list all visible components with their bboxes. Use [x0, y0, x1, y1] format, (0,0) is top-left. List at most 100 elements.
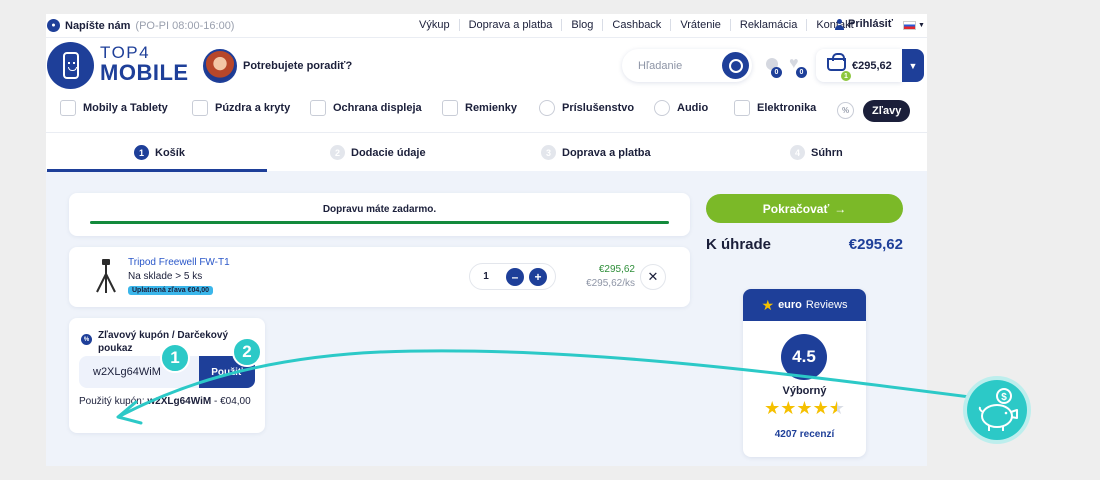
advisor-link[interactable]: Potrebujete poradiť? [203, 49, 352, 83]
top-link-blog[interactable]: Blog [562, 19, 604, 31]
svg-text:$: $ [1001, 392, 1007, 403]
arrow-right-icon: → [834, 201, 847, 216]
phone-case-icon [192, 100, 208, 116]
applied-coupon-code: w2XLg64WiM [147, 396, 212, 407]
stock-status: Na sklade > 5 ks [128, 271, 203, 282]
top-link-reklamacia[interactable]: Reklamácia [731, 19, 808, 31]
rating-stars: ★★★★★ [743, 398, 866, 419]
language-selector[interactable]: ▼ [903, 21, 925, 30]
applied-coupon-amount: - €04,00 [213, 396, 251, 407]
step-number: 3 [541, 145, 556, 160]
star-half-icon: ★ [828, 398, 845, 418]
category-ochrana[interactable]: Ochrana displeja [310, 100, 422, 116]
cart-page: 1 Košík 2 Dodacie údaje 3 Doprava a plat… [46, 132, 927, 466]
accessories-icon [539, 100, 555, 116]
category-label: Mobily a Tablety [83, 102, 168, 114]
favorites-count-badge: 0 [796, 67, 807, 78]
piggy-bank-icon: $ [978, 388, 1018, 431]
reviews-brand-rest: Reviews [805, 299, 848, 311]
category-label: Elektronika [757, 102, 817, 114]
category-remienky[interactable]: Remienky [442, 100, 517, 116]
product-name-link[interactable]: Tripod Freewell FW-T1 [128, 257, 230, 268]
step-label: Doprava a platba [562, 146, 651, 159]
continue-label: Pokračovať [762, 201, 830, 216]
category-label: Remienky [465, 102, 517, 114]
login-label: Prihlásiť [848, 18, 894, 30]
category-elektronika[interactable]: Elektronika [734, 100, 816, 116]
item-unit-price: €295,62/ks [586, 278, 635, 289]
cart-item: Tripod Freewell FW-T1 Na sklade > 5 ks U… [69, 247, 690, 307]
step-number: 4 [790, 145, 805, 160]
euro-reviews-widget[interactable]: ★ euro Reviews 4.5 Výborný ★★★★★ 4207 re… [743, 289, 866, 457]
login-link[interactable]: Prihlásiť [835, 18, 893, 30]
category-label: Audio [677, 102, 709, 114]
logo-bottom-text: MOBILE [100, 60, 189, 85]
cart-dropdown-button[interactable]: ▼ [902, 49, 924, 82]
discount-badge: Uplatnená zľava €04,00 [128, 286, 214, 295]
continue-button[interactable]: Pokračovať → [706, 194, 903, 223]
step-label: Dodacie údaje [351, 146, 426, 159]
chat-bubble-icon: ● [47, 19, 60, 32]
step-doprava-platba[interactable]: 3 Doprava a platba [541, 145, 651, 160]
callout-badge-1: 1 [160, 343, 190, 373]
electronics-icon [734, 100, 750, 116]
reviews-brand-bold: euro [778, 299, 802, 311]
bulb-count-badge: 0 [771, 67, 782, 78]
tripod-product-image [96, 259, 116, 293]
step-dodacie-udaje[interactable]: 2 Dodacie údaje [330, 145, 426, 160]
category-label: Príslušenstvo [562, 102, 635, 114]
decrease-quantity-button[interactable]: – [506, 267, 524, 286]
avatar [203, 49, 237, 83]
rating-word: Výborný [782, 385, 827, 397]
active-step-indicator [47, 169, 267, 172]
applied-coupon-prefix: Použitý kupón: [79, 396, 145, 407]
percent-icon: % [837, 102, 854, 119]
step-label: Košík [155, 146, 185, 159]
shipping-progress-fill [90, 221, 669, 224]
applied-coupon-text: Použitý kupón: w2XLg64WiM - €04,00 [79, 395, 254, 408]
step-label: Súhrn [811, 146, 843, 159]
callout-badge-2: 2 [232, 337, 262, 367]
chat-link[interactable]: ● Napíšte nám (PO-PI 08:00-16:00) [47, 19, 234, 32]
cart-button[interactable]: 1 €295,62 [816, 49, 902, 82]
remove-item-button[interactable]: ✕ [640, 264, 666, 290]
step-suhrn[interactable]: 4 Súhrn [790, 145, 843, 160]
item-price: €295,62 [598, 264, 635, 275]
bulb-icon[interactable]: 0 [764, 58, 782, 78]
category-puzdra[interactable]: Púzdra a kryty [192, 100, 290, 116]
chevron-down-icon: ▼ [918, 22, 925, 29]
category-nav: Mobily a Tablety Púzdra a kryty Ochrana … [46, 96, 927, 126]
cart-price: €295,62 [852, 60, 892, 72]
search-input[interactable] [638, 59, 728, 72]
logo[interactable]: TOP4 MOBILE [100, 44, 189, 84]
quantity-value[interactable]: 1 [471, 271, 501, 282]
chat-label: Napíšte nám [65, 19, 131, 32]
review-count: 4207 recenzí [774, 429, 835, 440]
total-label: K úhrade [706, 236, 772, 253]
headphones-icon [654, 100, 670, 116]
search-icon[interactable] [722, 52, 749, 79]
top-links: Výkup Doprava a platba Blog Cashback Vrá… [410, 19, 863, 31]
star-logo-icon: ★ [761, 296, 775, 313]
logo-icon[interactable] [47, 42, 94, 89]
increase-quantity-button[interactable]: + [529, 267, 547, 286]
watch-strap-icon [442, 100, 458, 116]
category-audio[interactable]: Audio [654, 100, 708, 116]
shipping-progress-bar [90, 221, 669, 224]
top-link-vykup[interactable]: Výkup [410, 19, 460, 31]
step-kosik[interactable]: 1 Košík [134, 145, 185, 160]
top-link-doprava[interactable]: Doprava a platba [460, 19, 563, 31]
screen-protector-icon [310, 100, 326, 116]
top-link-cashback[interactable]: Cashback [603, 19, 672, 31]
basket-icon [827, 53, 846, 71]
checkout-steps: 1 Košík 2 Dodacie údaje 3 Doprava a plat… [46, 132, 927, 172]
top-link-vratenie[interactable]: Vrátenie [671, 19, 731, 31]
total-value: €295,62 [848, 236, 903, 253]
category-mobily[interactable]: Mobily a Tablety [60, 100, 168, 116]
category-label: Púzdra a kryty [215, 102, 291, 114]
sale-button[interactable]: Zľavy [863, 100, 911, 122]
free-shipping-text: Dopravu máte zadarmo. [322, 204, 437, 215]
heart-icon[interactable]: 0 [789, 55, 807, 78]
coupon-card: % Zľavový kupón / Darčekový poukaz Použi… [69, 318, 265, 433]
category-prislusenstvo[interactable]: Príslušenstvo [539, 100, 634, 116]
